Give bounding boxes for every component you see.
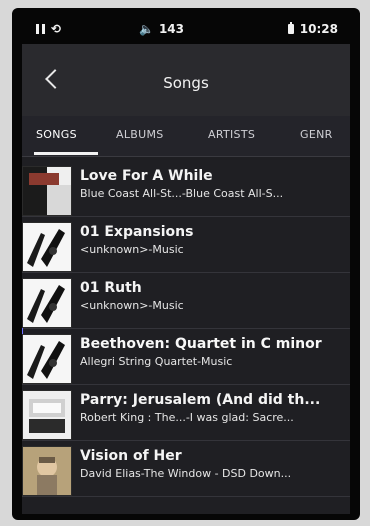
song-row[interactable]: Beethoven: Quartet in C minor Allegri St… (22, 328, 350, 385)
song-subtitle: <unknown>-Music (80, 299, 184, 312)
status-time: 10:28 (299, 22, 338, 36)
song-row[interactable]: 01 Expansions <unknown>-Music (22, 216, 350, 273)
song-title: 01 Expansions (80, 224, 194, 240)
song-subtitle: David Elias-The Window - DSD Down... (80, 467, 292, 480)
song-title: Love For A While (80, 168, 213, 184)
status-left: ⟲ (36, 22, 61, 36)
song-row[interactable]: Love For A While Blue Coast All-St...-Bl… (22, 160, 350, 217)
status-volume: 🔈 143 (139, 22, 184, 36)
song-row[interactable]: Parry: Jerusalem (And did th... Robert K… (22, 384, 350, 441)
page-title: Songs (163, 74, 209, 92)
repeat-icon: ⟲ (51, 22, 62, 36)
album-art-icon (23, 335, 71, 383)
song-subtitle: <unknown>-Music (80, 243, 184, 256)
album-art-thumbnail (22, 278, 72, 328)
pause-icon (36, 24, 45, 34)
song-title: Beethoven: Quartet in C minor (80, 336, 322, 352)
album-art-thumbnail (22, 390, 72, 440)
song-row[interactable]: 01 Ruth <unknown>-Music (22, 272, 350, 329)
album-art-thumbnail (22, 334, 72, 384)
song-title: 01 Ruth (80, 280, 142, 296)
album-art-thumbnail (22, 166, 72, 216)
tab-artists[interactable]: ARTISTS (208, 128, 255, 141)
status-right: 10:28 (287, 22, 338, 36)
album-art-thumbnail (22, 222, 72, 272)
song-title: Vision of Her (80, 448, 182, 464)
song-subtitle: Blue Coast All-St...-Blue Coast All-S... (80, 187, 284, 200)
top-bar: Songs (22, 44, 350, 116)
battery-icon (287, 22, 294, 34)
album-art-icon (23, 223, 71, 271)
album-art-icon (23, 167, 71, 215)
tab-albums[interactable]: ALBUMS (116, 128, 164, 141)
status-bar: ⟲ 🔈 143 10:28 (22, 14, 350, 44)
speaker-icon: 🔈 (139, 22, 154, 36)
volume-level: 143 (158, 22, 185, 36)
song-title: Parry: Jerusalem (And did th... (80, 392, 321, 408)
song-list: Love For A While Blue Coast All-St...-Bl… (22, 160, 350, 514)
album-art-icon (23, 279, 71, 327)
album-art-icon (23, 447, 71, 495)
song-row[interactable]: Vision of Her David Elias-The Window - D… (22, 440, 350, 497)
song-subtitle: Robert King : The...-I was glad: Sacre..… (80, 411, 294, 424)
album-art-thumbnail (22, 446, 72, 496)
tab-bar: SONGS ALBUMS ARTISTS GENR (22, 116, 350, 157)
tab-genres[interactable]: GENR (300, 128, 333, 141)
song-subtitle: Allegri String Quartet-Music (80, 355, 233, 368)
screen: ⟲ 🔈 143 10:28 Songs SONGS ALBUMS ARTISTS… (22, 14, 350, 514)
tab-songs[interactable]: SONGS (36, 128, 77, 141)
active-tab-indicator (34, 152, 98, 155)
album-art-icon (23, 391, 71, 439)
